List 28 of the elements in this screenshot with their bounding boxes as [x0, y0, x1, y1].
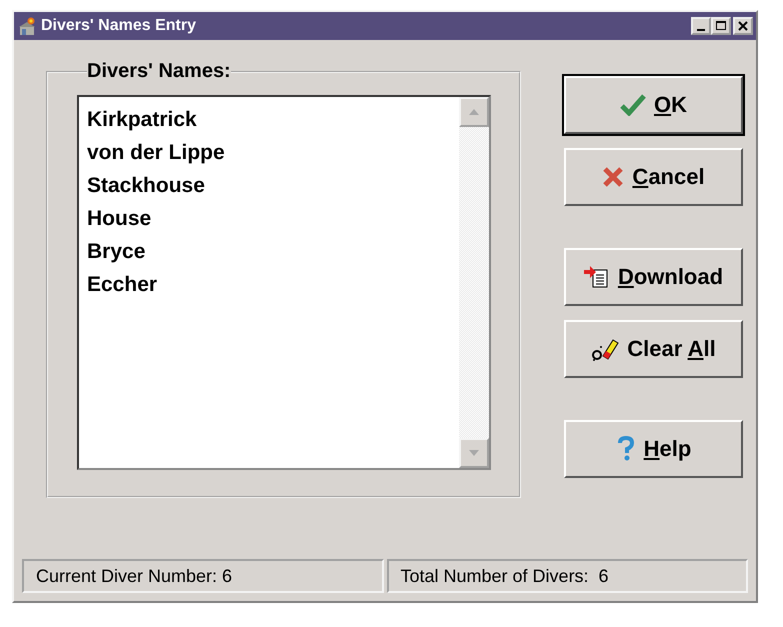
help-button[interactable]: Help — [564, 420, 743, 478]
list-item[interactable]: von der Lippe — [87, 136, 451, 169]
checkmark-icon — [620, 94, 646, 116]
maximize-button[interactable] — [711, 17, 731, 35]
close-icon — [738, 21, 748, 31]
list-item[interactable]: Kirkpatrick — [87, 103, 451, 136]
ok-button[interactable]: OK — [564, 76, 743, 134]
group-title: Divers' Names: — [87, 60, 231, 83]
window-title: Divers' Names Entry — [41, 17, 197, 35]
up-arrow-icon — [469, 109, 479, 115]
list-item[interactable]: Eccher — [87, 268, 451, 301]
list-item[interactable]: Stackhouse — [87, 169, 451, 202]
minimize-icon — [697, 29, 705, 31]
names-list[interactable]: Kirkpatrick von der Lippe Stackhouse House Bryce Eccher — [77, 95, 491, 470]
list-item[interactable]: House — [87, 202, 451, 235]
close-button[interactable] — [733, 17, 753, 35]
cancel-button[interactable]: Cancel — [564, 148, 743, 206]
cross-icon — [602, 166, 624, 188]
clear-button[interactable]: Clear All — [564, 320, 743, 378]
minimize-button[interactable] — [691, 17, 711, 35]
status-panel: Total Number of Divers: 6 — [386, 559, 748, 593]
question-mark-icon — [616, 436, 636, 462]
down-arrow-icon — [469, 450, 479, 456]
maximize-icon — [716, 21, 726, 31]
status-panel: Current Diver Number: 6 — [22, 559, 384, 593]
list-item[interactable]: Bryce — [87, 235, 451, 268]
download-button[interactable]: Download — [564, 248, 743, 306]
document-arrow-icon — [584, 265, 610, 289]
